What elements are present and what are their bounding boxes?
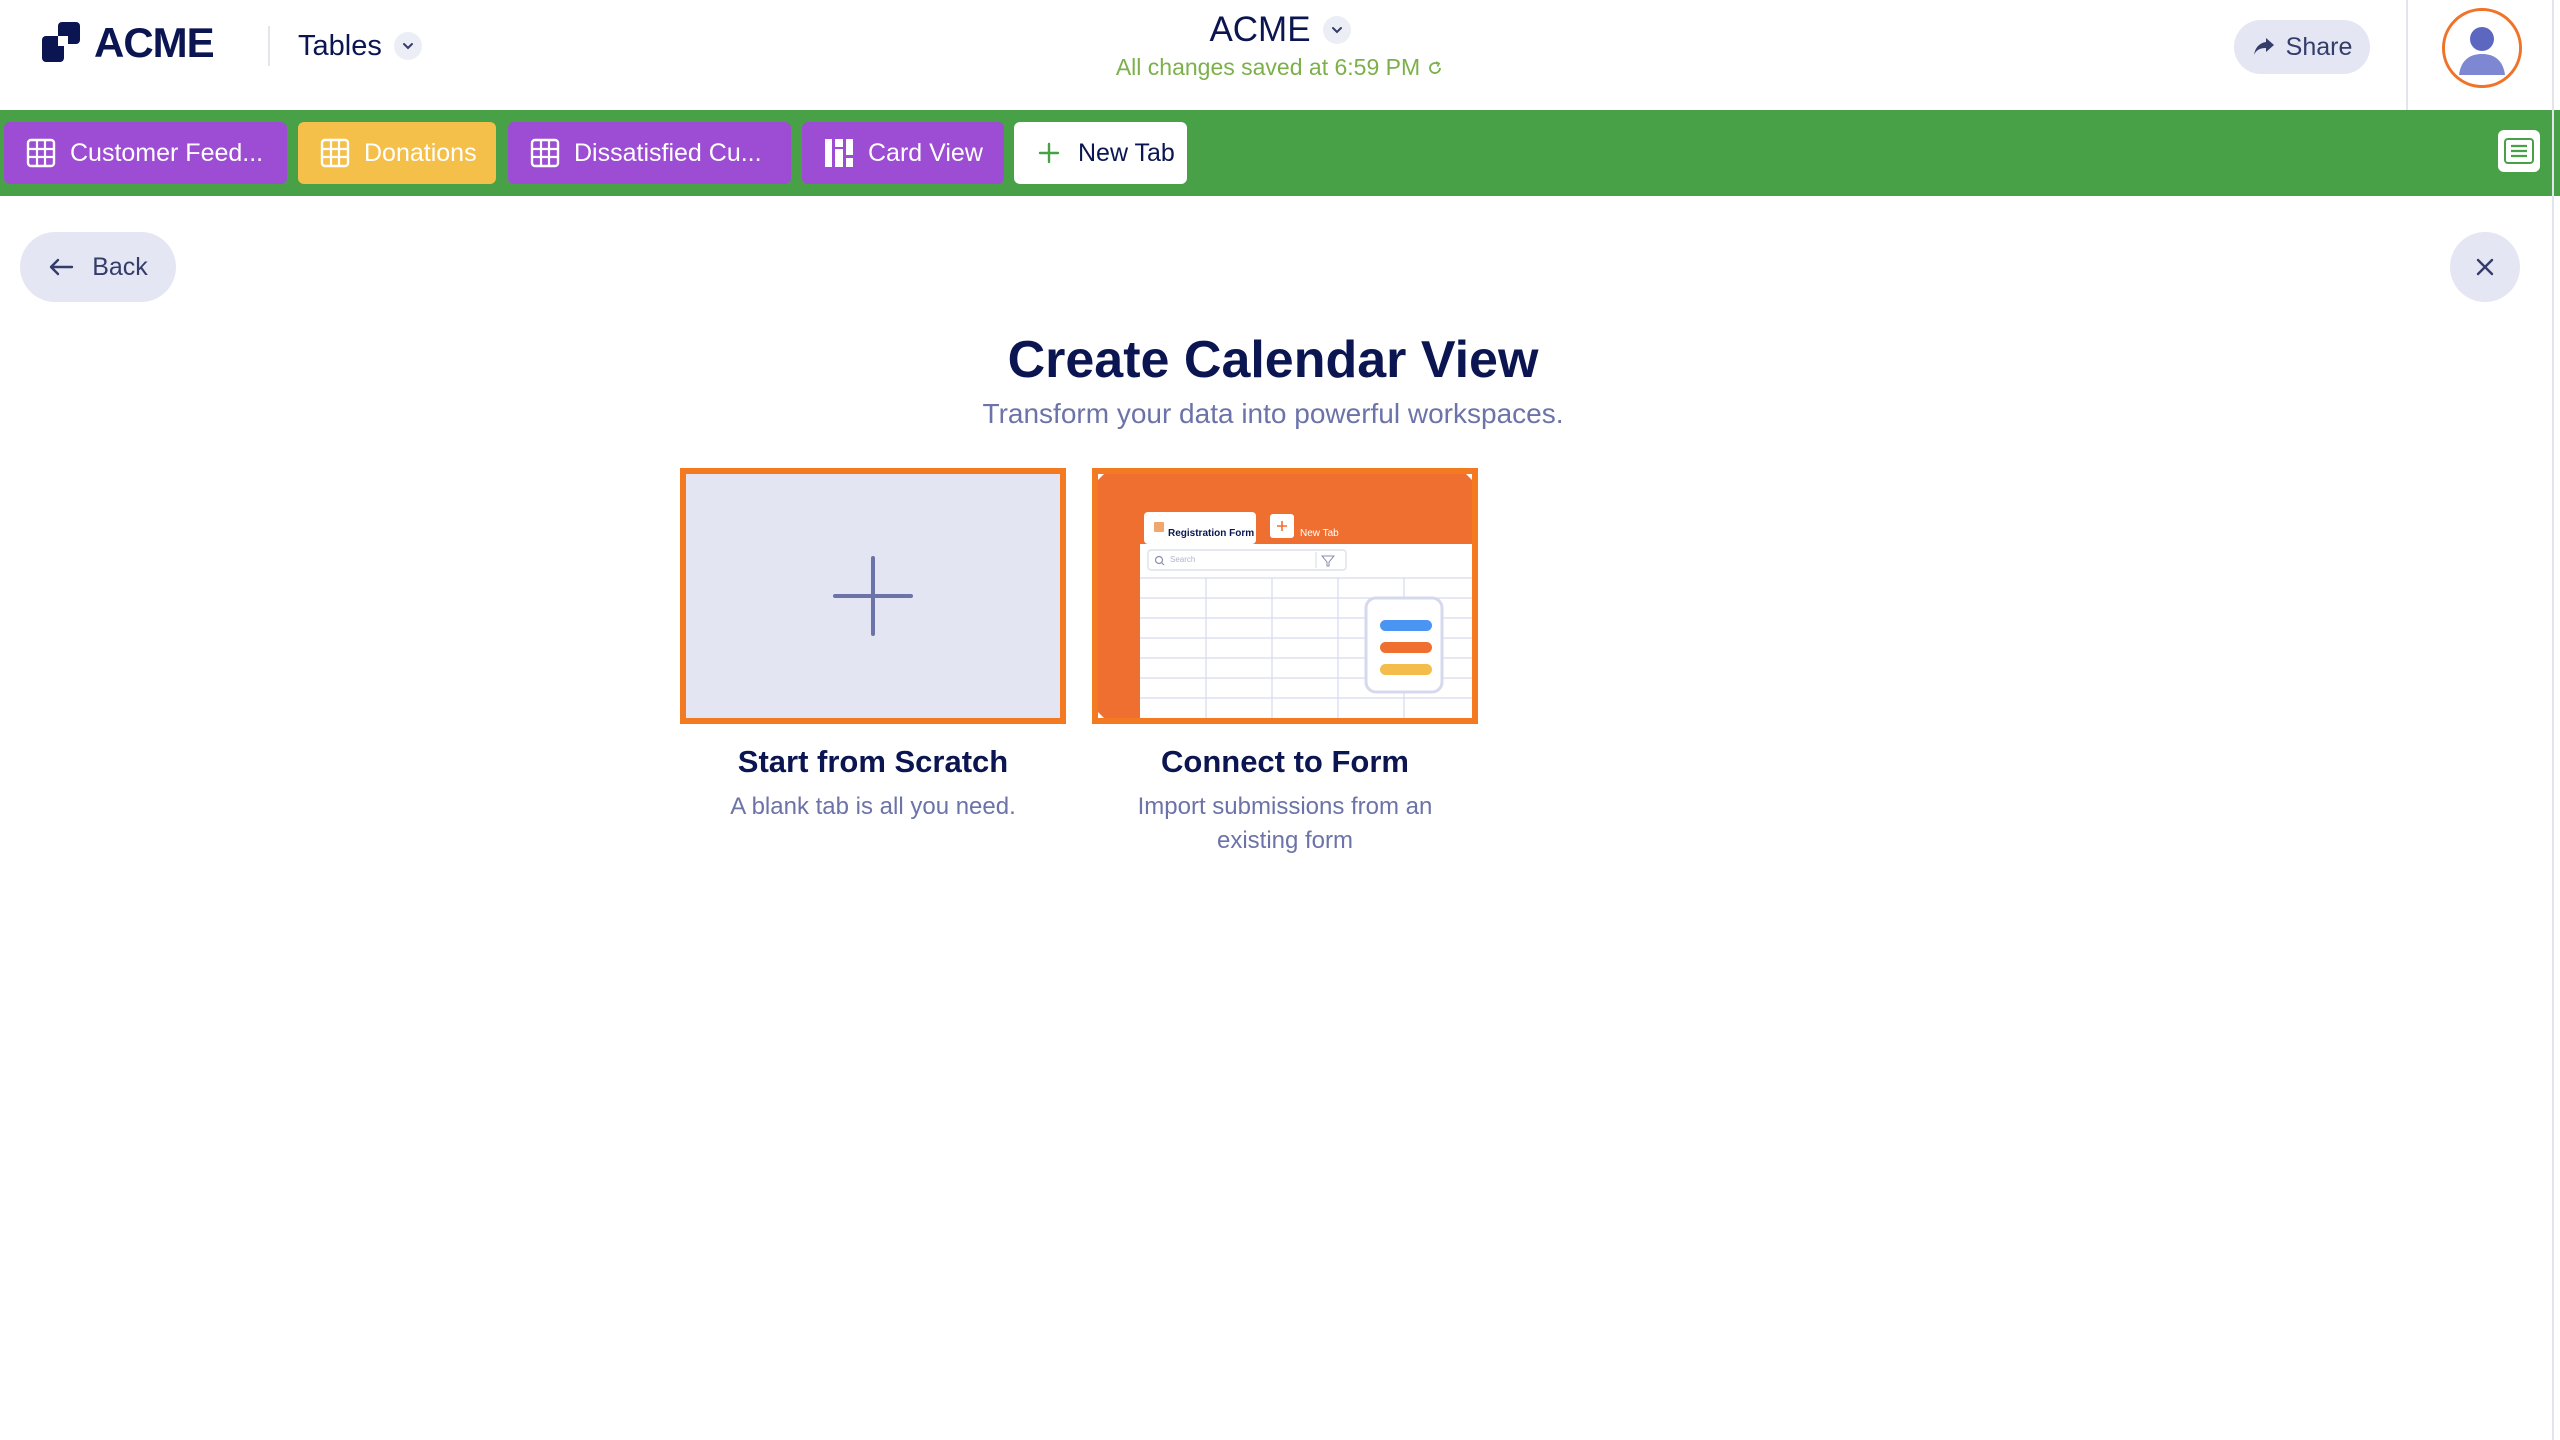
form-preview-illustration: [1098, 474, 1472, 718]
tab-customer-feedback[interactable]: Customer Feed...: [4, 122, 287, 184]
document-title-text: ACME: [1209, 10, 1311, 49]
user-icon: [2445, 11, 2519, 85]
arrow-left-icon: [50, 258, 74, 276]
right-edge-border: [2552, 0, 2560, 1440]
plus-icon: [1038, 142, 1060, 164]
close-button[interactable]: [2450, 232, 2520, 302]
save-status: All changes saved at 6:59 PM: [1116, 54, 1444, 81]
menu-button[interactable]: [2498, 130, 2540, 172]
tab-bar: Customer Feed... Donations Dissatisfied …: [0, 110, 2560, 196]
plus-icon: [833, 556, 913, 636]
option-title: Start from Scratch: [737, 744, 1009, 779]
tab-label: Dissatisfied Cu...: [574, 138, 762, 167]
share-button[interactable]: Share: [2234, 20, 2370, 74]
connect-to-form-option[interactable]: Registration Form New Tab Search Connect…: [1092, 468, 1478, 858]
table-grid-icon: [320, 138, 350, 168]
option-description: A blank tab is all you need.: [730, 793, 1016, 820]
tab-dissatisfied-customers[interactable]: Dissatisfied Cu...: [508, 122, 791, 184]
new-tab-button[interactable]: New Tab: [1014, 122, 1187, 184]
chevron-down-icon: [393, 32, 422, 60]
scratch-thumbnail[interactable]: [680, 468, 1066, 724]
top-header: ACME Tables ACME All changes saved at 6:…: [0, 0, 2560, 110]
header-divider-right: [2406, 0, 2408, 110]
start-from-scratch-option[interactable]: Start from Scratch A blank tab is all yo…: [680, 468, 1066, 824]
hamburger-menu-icon: [2504, 138, 2534, 164]
tab-card-view[interactable]: Card View: [802, 122, 1004, 184]
app-switcher[interactable]: Tables: [298, 26, 422, 66]
tab-label: Donations: [364, 138, 477, 167]
form-thumbnail[interactable]: Registration Form New Tab Search: [1092, 468, 1478, 724]
chevron-down-icon: [1322, 16, 1351, 44]
share-arrow-icon: [2253, 38, 2274, 55]
tab-label: Card View: [868, 138, 983, 167]
tab-label: New Tab: [1078, 138, 1175, 167]
option-description: Import submissions from an existing form: [1137, 793, 1433, 854]
refresh-icon: [1429, 60, 1442, 74]
acme-logo[interactable]: ACME: [40, 18, 215, 68]
document-title-area: ACME All changes saved at 6:59 PM: [1080, 10, 1480, 81]
app-switcher-label: Tables: [298, 29, 382, 62]
save-status-text: All changes saved at 6:59 PM: [1115, 54, 1421, 80]
page-subtitle: Transform your data into powerful worksp…: [982, 398, 1564, 429]
logo-text: ACME: [94, 19, 215, 66]
preview-search-placeholder: Search: [1170, 555, 1196, 564]
page-title: Create Calendar View: [1007, 331, 1539, 389]
document-title[interactable]: ACME: [1209, 10, 1351, 50]
table-grid-icon: [26, 138, 56, 168]
back-button[interactable]: Back: [20, 232, 176, 302]
preview-new-tab-label: New Tab: [1300, 528, 1339, 539]
tab-donations[interactable]: Donations: [298, 122, 496, 184]
logo-mark-icon: [42, 22, 80, 62]
table-grid-icon: [530, 138, 560, 168]
card-view-icon: [825, 139, 853, 167]
option-title: Connect to Form: [1161, 744, 1409, 779]
close-icon: [2476, 258, 2494, 276]
preview-tab-label: Registration Form: [1168, 528, 1255, 539]
avatar[interactable]: [2442, 8, 2522, 88]
tab-label: Customer Feed...: [70, 138, 264, 167]
share-button-label: Share: [2285, 32, 2353, 61]
header-divider: [268, 26, 270, 66]
back-button-label: Back: [92, 252, 148, 281]
